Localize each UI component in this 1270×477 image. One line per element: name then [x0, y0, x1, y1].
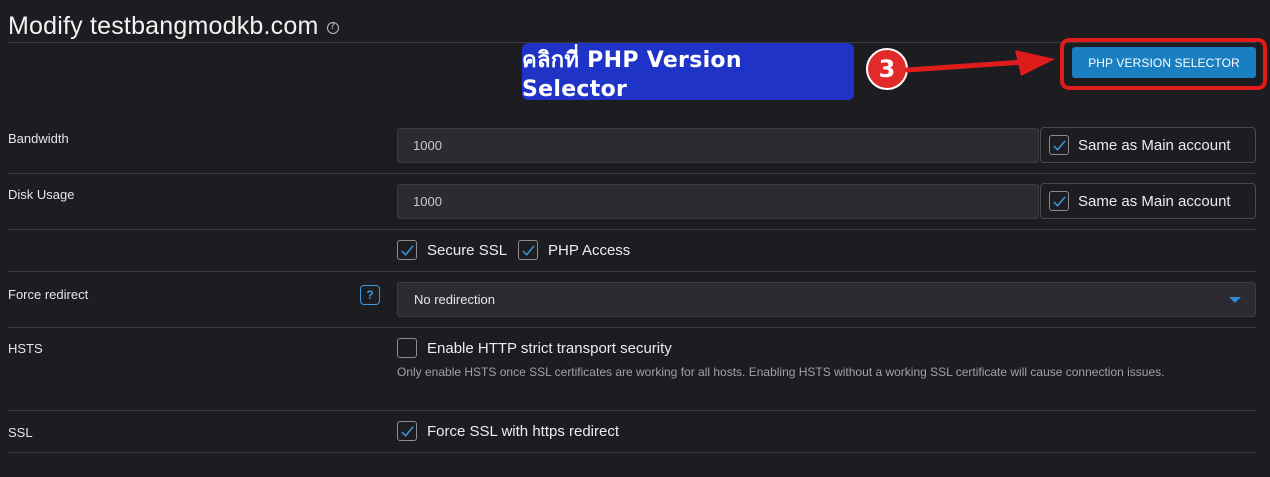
bandwidth-label: Bandwidth [8, 131, 69, 146]
hsts-note: Only enable HSTS once SSL certificates a… [397, 365, 1165, 379]
divider [8, 271, 1256, 272]
access-options: Secure SSL PHP Access [397, 240, 630, 260]
divider [8, 173, 1256, 174]
secure-ssl-checkbox[interactable] [397, 240, 417, 260]
ssl-option: Force SSL with https redirect [397, 421, 619, 441]
hsts-checkbox-label: Enable HTTP strict transport security [427, 339, 672, 357]
question-circle-icon[interactable]: ? [326, 22, 339, 34]
disk-usage-same-as-main-checkbox[interactable]: Same as Main account [1040, 183, 1256, 219]
php-access-checkbox[interactable] [518, 240, 539, 260]
hsts-option: Enable HTTP strict transport security [397, 338, 672, 358]
same-as-main-label: Same as Main account [1078, 192, 1231, 210]
checkbox-checked-icon[interactable] [1049, 191, 1069, 211]
force-ssl-label: Force SSL with https redirect [427, 422, 620, 440]
page-header: Modify testbangmodkb.com ? [8, 10, 339, 42]
secure-ssl-label: Secure SSL [427, 241, 508, 259]
disk-usage-value: 1000 [413, 194, 442, 209]
question-square-icon[interactable]: ? [360, 285, 380, 305]
instruction-callout: คลิกที่ PHP Version Selector [522, 43, 854, 102]
force-ssl-checkbox[interactable] [397, 421, 417, 441]
ssl-label: SSL [8, 425, 33, 440]
divider [8, 452, 1256, 453]
disk-usage-input[interactable]: 1000 [397, 184, 1039, 219]
caret-down-icon [1229, 297, 1241, 303]
hsts-label: HSTS [8, 341, 43, 356]
force-redirect-value: No redirection [414, 292, 495, 307]
arrow-right-icon [905, 50, 1055, 76]
divider [8, 327, 1256, 328]
hsts-checkbox[interactable] [397, 338, 417, 358]
force-redirect-select[interactable]: No redirection [397, 282, 1256, 317]
php-version-selector-button[interactable]: PHP VERSION SELECTOR [1072, 47, 1256, 78]
bandwidth-same-as-main-checkbox[interactable]: Same as Main account [1040, 127, 1256, 163]
same-as-main-label: Same as Main account [1078, 136, 1231, 154]
checkbox-checked-icon[interactable] [1049, 135, 1069, 155]
disk-usage-label: Disk Usage [8, 187, 75, 202]
force-redirect-label: Force redirect [8, 287, 89, 302]
page-title: Modify testbangmodkb.com [8, 11, 319, 40]
bandwidth-input[interactable]: 1000 [397, 128, 1039, 163]
divider [8, 410, 1256, 411]
step-badge: 3 [866, 48, 908, 90]
php-access-label: PHP Access [548, 241, 631, 259]
bandwidth-value: 1000 [413, 138, 442, 153]
divider [8, 229, 1256, 230]
